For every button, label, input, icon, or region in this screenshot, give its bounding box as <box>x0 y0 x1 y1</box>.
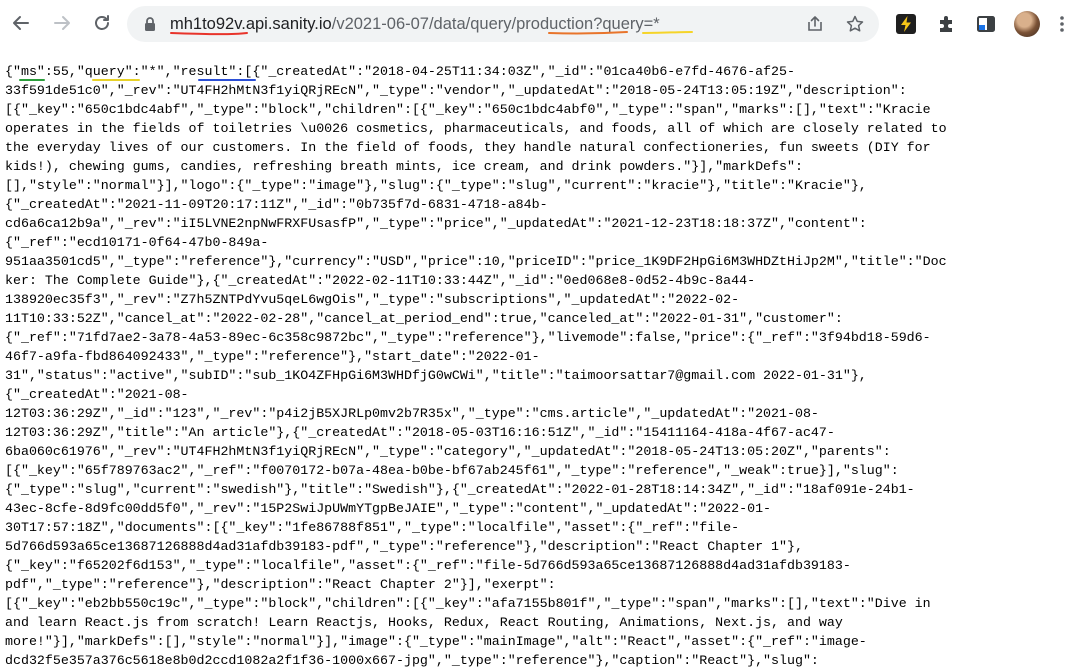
json-line: 30T17:57:18Z","documents":[{"_key":"1fe8… <box>5 520 740 535</box>
json-line: 33f591de51c0","_rev":"UT4FH2hMtN3f1yiQRj… <box>5 83 907 98</box>
url-annotations <box>170 31 693 36</box>
json-line: cd6a6ca12b9a","_rev":"iI5LVNE2npNwFRXFUs… <box>5 216 867 231</box>
json-line: kids!), chewing gums, candies, refreshin… <box>5 159 803 174</box>
json-response-body: {"ms":55,"query":"*","result":[{"_create… <box>5 62 947 670</box>
json-line: {"_ref":"71fd7ae2-3a78-4a53-89ec-6c358c9… <box>5 330 931 345</box>
json-line: dcd32f5e357a376c5618e8b0d2ccd1082a2f1f36… <box>5 653 819 668</box>
json-line: {"_ref":"ecd10171-0f64-47b0-849a- <box>5 235 269 250</box>
json-line: [{"_key":"650c1bdc4abf","_type":"block",… <box>5 102 931 117</box>
query-underline <box>642 31 693 34</box>
json-line: 46f7-a9fa-fbd864092433","_type":"referen… <box>5 349 540 364</box>
json-line: [{"_key":"eb2bb550c19c","_type":"block",… <box>5 596 931 611</box>
json-line: 43ec-8cfe-8d9fc00dd5f0","_rev":"15P2SwiJ… <box>5 501 772 516</box>
json-line: pdf","_type":"reference"},"description":… <box>5 577 556 592</box>
json-line: 951aa3501cd5","_type":"reference"},"curr… <box>5 254 947 269</box>
json-line: {"_createdAt":"2021-11-09T20:17:11Z","_i… <box>5 197 548 212</box>
json-line: [],"style":"normal"}],"logo":{"_type":"i… <box>5 178 867 193</box>
result-key-underline <box>198 79 256 81</box>
host-underline <box>170 32 248 36</box>
json-line: {"ms":55,"query":"*","result":[{"_create… <box>5 64 795 79</box>
json-line: 12T03:36:29Z","_id":"123","_rev":"p4i2jB… <box>5 406 819 421</box>
json-line: {"_createdAt":"2021-08- <box>5 387 189 402</box>
query-key-underline <box>92 79 140 81</box>
json-line: more!"}],"markDefs":[],"style":"normal"}… <box>5 634 867 649</box>
json-line: 6ba060c61976","_rev":"UT4FH2hMtN3f1yiQRj… <box>5 444 891 459</box>
json-line: 138920ec35f3","_rev":"Z7h5ZNTPdYvu5qeL6w… <box>5 292 740 307</box>
json-line: operates in the fields of toiletries \u0… <box>5 121 947 136</box>
json-line: {"_key":"f65202f6d153","_type":"localfil… <box>5 558 851 573</box>
json-line: [{"_key":"65f789763ac2","_ref":"f0070172… <box>5 463 899 478</box>
json-line: 12T03:36:29Z","title":"An article"},{"_c… <box>5 425 835 440</box>
ms-key-underline <box>19 79 45 81</box>
json-line: {"_type":"slug","current":"swedish"},"ti… <box>5 482 915 497</box>
browser-toolbar: mh1to92v.api.sanity.io/v2021-06-07/data/… <box>0 0 1071 50</box>
json-line: ker: The Complete Guide"},{"_createdAt":… <box>5 273 756 288</box>
dataset-underline <box>548 31 628 35</box>
json-line: 5d766d593a65ce13687126888d4ad31afdb39183… <box>5 539 803 554</box>
json-line: 31","status":"active","subID":"sub_1KO4Z… <box>5 368 867 383</box>
json-line: the everyday lives of our customers. In … <box>5 140 931 155</box>
json-line: 11T10:33:52Z","cancel_at":"2022-02-28","… <box>5 311 843 326</box>
json-line: and learn React.js from scratch! Learn R… <box>5 615 843 630</box>
